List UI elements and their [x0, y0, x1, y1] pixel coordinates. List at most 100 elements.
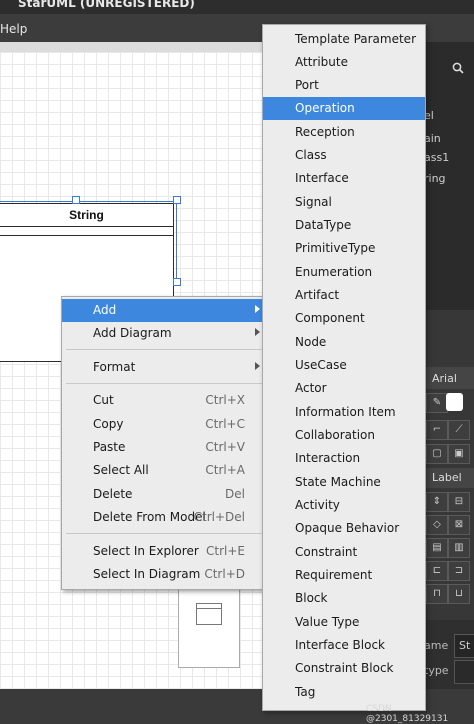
context-menu-item-copy[interactable]: Copy Ctrl+C	[62, 413, 266, 436]
submenu-item-requirement[interactable]: Requirement	[263, 564, 425, 587]
arrange-icon[interactable]: ⊏	[426, 561, 448, 581]
menu-help[interactable]: Help	[0, 22, 27, 36]
menu-item-shortcut: Ctrl+D	[204, 567, 245, 581]
resize-handle[interactable]	[173, 196, 181, 204]
auto-resize-icon[interactable]: ▣	[448, 444, 470, 464]
resize-handle[interactable]	[72, 196, 80, 204]
auto-resize-icon[interactable]: ▢	[426, 444, 448, 464]
context-menu-item-delete-from-model[interactable]: Delete From Model Ctrl+Del	[62, 506, 266, 529]
submenu-item-usecase[interactable]: UseCase	[263, 354, 425, 377]
submenu-item-interface[interactable]: Interface	[263, 167, 425, 190]
menu-item-label: Cut	[93, 393, 114, 407]
fill-color-swatch[interactable]	[446, 393, 463, 411]
menu-item-label: Delete	[93, 487, 133, 501]
submenu-item-interaction[interactable]: Interaction	[263, 447, 425, 470]
submenu-arrow-icon	[255, 362, 260, 370]
submenu-item-port[interactable]: Port	[263, 74, 425, 97]
align-icon[interactable]: ⊟	[448, 492, 470, 512]
resize-handle[interactable]	[173, 278, 181, 286]
submenu-item-label: Node	[295, 335, 327, 349]
context-menu-item-select-all[interactable]: Select All Ctrl+A	[62, 459, 266, 482]
font-selector[interactable]: Arial	[424, 367, 474, 389]
submenu-item-state-machine[interactable]: State Machine	[263, 471, 425, 494]
submenu-item-constraint[interactable]: Constraint	[263, 541, 425, 564]
name-field[interactable]: St	[454, 634, 474, 658]
submenu-item-operation[interactable]: Operation	[263, 97, 425, 120]
align-icon[interactable]: ◇	[426, 515, 448, 535]
submenu-item-opaque-behavior[interactable]: Opaque Behavior	[263, 517, 425, 540]
submenu-item-label: Class	[295, 148, 327, 162]
context-menu-item-select-in-explorer[interactable]: Select In Explorer Ctrl+E	[62, 540, 266, 563]
model-explorer: el ain ass1 ring	[424, 42, 474, 310]
submenu-item-node[interactable]: Node	[263, 331, 425, 354]
submenu-item-label: Constraint	[295, 545, 358, 559]
submenu-item-enumeration[interactable]: Enumeration	[263, 261, 425, 284]
context-menu-item-select-in-diagram[interactable]: Select In Diagram Ctrl+D	[62, 563, 266, 586]
explorer-item-text[interactable]: ain	[424, 132, 441, 145]
menu-item-shortcut: Ctrl+Del	[193, 510, 245, 524]
submenu-item-tag[interactable]: Tag	[263, 681, 425, 704]
submenu-item-attribute[interactable]: Attribute	[263, 51, 425, 74]
class-name: String	[0, 204, 173, 227]
search-icon[interactable]	[452, 62, 464, 74]
type-field[interactable]	[454, 660, 474, 684]
right-panel: el ain ass1 ring Arial ✎ ⌐ ⟋ ▢ ▣ Label ⇕…	[424, 42, 474, 689]
context-menu-item-format[interactable]: Format	[62, 356, 266, 379]
submenu-item-artifact[interactable]: Artifact	[263, 284, 425, 307]
watermark-text: CSDN @2301_81329131	[366, 704, 449, 724]
context-menu-item-cut[interactable]: Cut Ctrl+X	[62, 389, 266, 412]
menu-separator	[66, 349, 262, 350]
context-menu-item-paste[interactable]: Paste Ctrl+V	[62, 436, 266, 459]
line-style-icon[interactable]: ⟋	[448, 420, 470, 440]
menu-item-label: Add Diagram	[93, 326, 172, 340]
arrange-icon[interactable]: ⊔	[448, 584, 470, 604]
submenu-item-label: Information Item	[295, 405, 396, 419]
arrange-icon[interactable]: ⊐	[448, 561, 470, 581]
submenu-item-block[interactable]: Block	[263, 587, 425, 610]
submenu-item-label: Enumeration	[295, 265, 373, 279]
submenu-item-information-item[interactable]: Information Item	[263, 401, 425, 424]
submenu-arrow-icon	[255, 305, 260, 313]
submenu-item-label: Component	[295, 311, 365, 325]
property-label-type: type	[424, 664, 449, 677]
align-icon[interactable]: ⊠	[448, 515, 470, 535]
context-menu-item-add-diagram[interactable]: Add Diagram	[62, 322, 266, 345]
menu-item-shortcut: Del	[225, 487, 245, 501]
window-titlebar: StarUML (UNREGISTERED)	[0, 0, 474, 14]
submenu-item-constraint-block[interactable]: Constraint Block	[263, 657, 425, 680]
context-menu: Add Add Diagram Format Cut Ctrl+X Copy Ctr…	[61, 296, 267, 590]
submenu-item-activity[interactable]: Activity	[263, 494, 425, 517]
attribute-compartment[interactable]	[0, 227, 173, 236]
submenu-arrow-icon	[255, 328, 260, 336]
submenu-item-label: Block	[295, 591, 328, 605]
line-color-icon[interactable]: ✎	[426, 393, 448, 413]
context-menu-item-delete[interactable]: Delete Del	[62, 483, 266, 506]
submenu-item-class[interactable]: Class	[263, 144, 425, 167]
explorer-item-text[interactable]: ring	[424, 172, 446, 185]
submenu-item-label: DataType	[295, 218, 352, 232]
submenu-item-datatype[interactable]: DataType	[263, 214, 425, 237]
arrange-icon[interactable]: ⊓	[426, 584, 448, 604]
arrange-icon[interactable]: ▥	[448, 538, 470, 558]
context-menu-item-add[interactable]: Add	[62, 299, 266, 322]
diagram-thumbnail	[178, 588, 240, 668]
line-style-icon[interactable]: ⌐	[426, 420, 448, 440]
explorer-item-text[interactable]: ass1	[424, 151, 449, 164]
submenu-item-template-parameter[interactable]: Template Parameter	[263, 28, 425, 51]
arrange-icon[interactable]: ▤	[426, 538, 448, 558]
submenu-item-actor[interactable]: Actor	[263, 377, 425, 400]
submenu-item-value-type[interactable]: Value Type	[263, 611, 425, 634]
menu-item-shortcut: Ctrl+E	[206, 544, 245, 558]
submenu-item-component[interactable]: Component	[263, 307, 425, 330]
submenu-item-primitivetype[interactable]: PrimitiveType	[263, 237, 425, 260]
align-icon[interactable]: ⇕	[426, 492, 448, 512]
submenu-item-label: Reception	[295, 125, 355, 139]
submenu-item-signal[interactable]: Signal	[263, 191, 425, 214]
submenu-item-interface-block[interactable]: Interface Block	[263, 634, 425, 657]
submenu-item-collaboration[interactable]: Collaboration	[263, 424, 425, 447]
submenu-item-label: Template Parameter	[295, 32, 417, 46]
submenu-item-reception[interactable]: Reception	[263, 121, 425, 144]
menu-item-label: Add	[93, 303, 117, 317]
menu-item-label: Select In Diagram	[93, 567, 201, 581]
submenu-item-label: Attribute	[295, 55, 348, 69]
